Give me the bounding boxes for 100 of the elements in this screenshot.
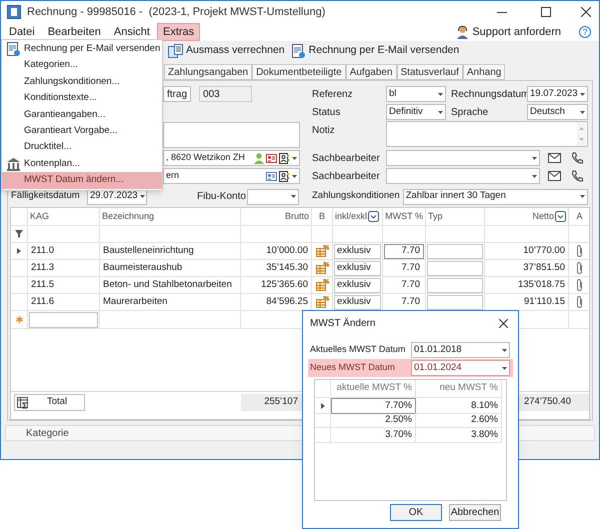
percent-table-icon[interactable] — [316, 245, 328, 257]
menu-item[interactable]: Extras — [156, 23, 200, 41]
percent-table-icon[interactable] — [316, 296, 328, 308]
support-link[interactable]: Support anfordern — [472, 24, 561, 40]
person-icon[interactable] — [254, 152, 264, 164]
column-header[interactable]: B — [318, 210, 325, 224]
filter-cell[interactable] — [383, 226, 426, 243]
menu-item[interactable]: Ansicht — [108, 23, 156, 41]
menu-item[interactable]: Garantieart Vorgabe... — [2, 122, 162, 140]
tab[interactable]: Dokumentbeteiligte — [252, 64, 346, 80]
close-icon[interactable] — [499, 318, 508, 328]
vat-rate-field[interactable]: 7.70 — [384, 294, 424, 310]
row-header-cell[interactable] — [11, 260, 28, 277]
language-dropdown[interactable]: Deutsch — [527, 104, 588, 120]
tab[interactable]: Zahlungsangaben — [164, 64, 252, 80]
contact-field[interactable]: ern — [163, 168, 300, 184]
percent-table-icon[interactable] — [316, 279, 328, 291]
filter-icon[interactable] — [15, 230, 23, 238]
vat-mode-field[interactable]: exklusiv — [334, 260, 381, 276]
menu-item[interactable]: Drucktitel... — [2, 139, 162, 156]
help-button[interactable]: ? — [579, 26, 591, 38]
row-header-cell[interactable] — [11, 294, 28, 311]
input-field[interactable] — [29, 312, 98, 328]
filter-cell[interactable] — [100, 226, 241, 243]
filter-cell[interactable] — [333, 226, 383, 243]
maximize-icon[interactable] — [541, 7, 551, 17]
ok-button[interactable]: OK — [390, 504, 442, 521]
type-field[interactable] — [427, 260, 483, 276]
menu-item[interactable]: Kategorien... — [2, 57, 162, 74]
column-header[interactable]: inkl/exkl — [335, 210, 368, 224]
vat-mode-field[interactable]: exklusiv — [334, 294, 381, 310]
type-field[interactable] — [427, 294, 483, 310]
paperclip-icon[interactable] — [576, 245, 583, 257]
column-header[interactable]: KAG — [30, 210, 50, 224]
tab[interactable]: Anhang — [462, 64, 506, 80]
filter-cell[interactable] — [312, 226, 333, 243]
clerk-dropdown[interactable] — [386, 150, 540, 166]
menu-item[interactable]: Datei — [3, 23, 41, 41]
tab[interactable]: Aufgaben — [346, 64, 397, 80]
vat-rate-field[interactable]: 7.70 — [384, 244, 424, 258]
row-header-cell[interactable] — [315, 413, 331, 428]
paperclip-icon[interactable] — [576, 262, 583, 274]
chevron-down-icon[interactable] — [368, 211, 380, 222]
row-header-cell[interactable] — [11, 277, 28, 294]
account-dropdown[interactable] — [247, 188, 299, 204]
column-header[interactable]: aktuelle MWST % — [336, 381, 412, 396]
filter-cell[interactable] — [241, 226, 312, 243]
total-button[interactable]: Total — [14, 394, 85, 411]
percent-table-icon[interactable] — [316, 262, 328, 274]
column-header[interactable]: Bezeichnung — [102, 210, 154, 224]
note-field[interactable] — [386, 121, 588, 147]
vat-rate-field[interactable]: 7.70 — [384, 260, 424, 276]
vat-mode-field[interactable]: exklusiv — [334, 244, 381, 258]
type-field[interactable] — [427, 278, 483, 292]
payment-terms-dropdown[interactable]: Zahlbar innert 30 Tagen — [402, 188, 588, 204]
vat-rate-field[interactable]: 7.70 — [384, 278, 424, 292]
cancel-button[interactable]: Abbrechen — [449, 504, 501, 521]
scrollbar-icon[interactable] — [577, 122, 586, 146]
reference-dropdown[interactable]: bl — [386, 86, 446, 102]
close-icon[interactable] — [581, 7, 591, 17]
clerk-dropdown[interactable] — [386, 168, 540, 184]
menu-item[interactable]: Zahlungskonditionen... — [2, 74, 162, 90]
toolbar-button[interactable]: Rechnung per E-Mail versenden — [290, 43, 460, 59]
contact-card-icon[interactable] — [266, 154, 277, 162]
column-header[interactable]: Brutto — [284, 210, 309, 224]
status-dropdown[interactable]: Definitiv — [386, 104, 446, 120]
row-header-cell[interactable] — [11, 243, 28, 260]
date-dropdown[interactable]: 01.01.2024 — [411, 360, 510, 376]
address-book-icon[interactable] — [279, 152, 289, 164]
vat-mode-field[interactable]: exklusiv — [334, 278, 381, 292]
menu-item[interactable]: Konditionstexte... — [2, 90, 162, 107]
headset-person-icon[interactable] — [456, 26, 470, 38]
column-header[interactable]: MWST % — [385, 210, 423, 224]
row-header-cell[interactable] — [315, 428, 331, 444]
column-header[interactable]: A — [576, 210, 582, 224]
menu-item[interactable]: MWST Datum ändern... — [2, 172, 162, 189]
filter-cell[interactable] — [485, 226, 569, 243]
toolbar-button[interactable]: Ausmass verrechnen — [168, 43, 285, 59]
date-dropdown[interactable]: 01.01.2018 — [411, 342, 510, 358]
phone-icon[interactable] — [571, 152, 583, 164]
paperclip-icon[interactable] — [576, 279, 583, 291]
contact-card-icon[interactable] — [266, 172, 277, 180]
address-book-icon[interactable] — [279, 170, 289, 182]
filter-cell[interactable] — [426, 226, 485, 243]
menu-item[interactable]: Garantieangaben... — [2, 106, 162, 123]
filter-cell[interactable] — [28, 226, 100, 243]
order-number-field[interactable]: 003 — [199, 86, 252, 102]
column-header[interactable]: Netto — [487, 210, 554, 224]
column-header[interactable]: neu MWST % — [440, 381, 498, 396]
menu-item[interactable]: Rechnung per E-Mail versenden — [2, 41, 162, 58]
chevron-down-icon[interactable] — [555, 211, 566, 222]
mail-icon[interactable] — [548, 171, 561, 181]
tab[interactable]: Statusverlauf — [396, 64, 463, 80]
order-button[interactable]: ftrag — [163, 86, 192, 102]
phone-icon[interactable] — [571, 170, 583, 182]
menu-item[interactable]: Kontenplan... — [2, 156, 162, 172]
paperclip-icon[interactable] — [576, 296, 583, 308]
invoice-date-dropdown[interactable]: 19.07.2023 — [527, 86, 588, 102]
row-header-cell[interactable] — [315, 398, 331, 414]
text-area-field[interactable] — [163, 122, 300, 148]
